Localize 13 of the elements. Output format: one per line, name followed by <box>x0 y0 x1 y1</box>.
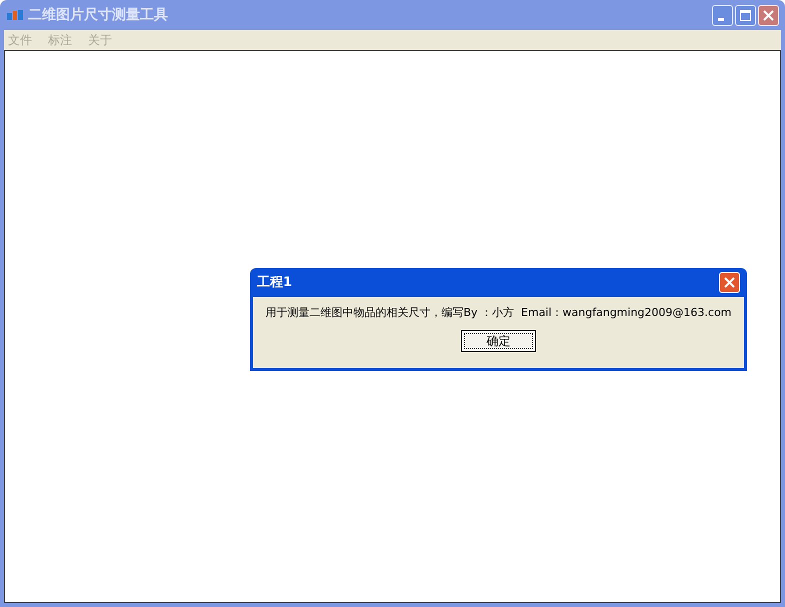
dialog-message: 用于测量二维图中物品的相关尺寸，编写By ：小方 Email：wangfangming2009@163.com <box>265 305 732 321</box>
app-icon <box>6 9 24 21</box>
minimize-icon <box>718 18 724 20</box>
maximize-icon <box>739 8 752 22</box>
minimize-button[interactable] <box>712 4 733 26</box>
close-button[interactable] <box>719 272 740 293</box>
ok-button[interactable]: 确定 <box>461 330 536 352</box>
dialog-title: 工程1 <box>257 274 292 292</box>
close-icon <box>762 8 775 22</box>
close-button[interactable] <box>758 4 779 26</box>
close-icon <box>723 276 736 289</box>
window-title: 二维图片尺寸测量工具 <box>28 6 168 24</box>
maximize-button[interactable] <box>735 4 756 26</box>
